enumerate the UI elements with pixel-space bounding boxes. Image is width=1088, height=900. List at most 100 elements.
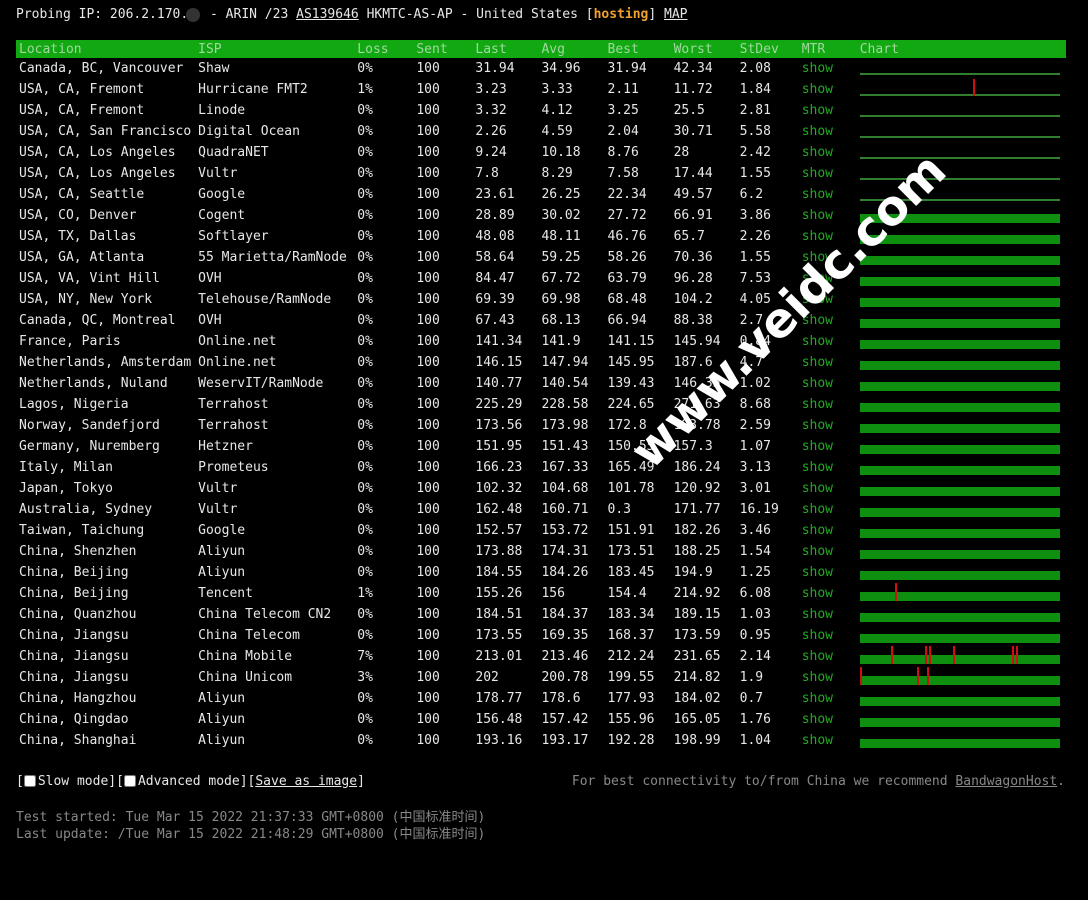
mtr-show-link[interactable]: show — [799, 583, 857, 604]
cell-chart — [857, 289, 1066, 310]
test-started-text: Test started: Tue Mar 15 2022 21:37:33 G… — [16, 810, 486, 825]
cell-last: 58.64 — [475, 250, 515, 265]
mtr-show-link[interactable]: show — [799, 709, 857, 730]
cell-isp: Aliyun — [198, 565, 246, 580]
cell-stdev: 1.03 — [739, 607, 771, 622]
cell-best: 46.76 — [607, 229, 647, 244]
cell-worst: 182.26 — [673, 523, 721, 538]
mtr-show-link[interactable]: show — [799, 373, 857, 394]
cell-loss: 0% — [357, 61, 373, 76]
mtr-show-link[interactable]: show — [799, 394, 857, 415]
cell-stdev: 2.42 — [739, 145, 771, 160]
cell-worst: 171.77 — [673, 502, 721, 517]
mtr-show-link[interactable]: show — [799, 604, 857, 625]
slow-mode-checkbox[interactable] — [23, 775, 36, 787]
cell-best: 168.37 — [607, 628, 655, 643]
cell-last: 155.26 — [475, 586, 523, 601]
cell-stdev: 2.08 — [739, 61, 771, 76]
mtr-show-link[interactable]: show — [799, 163, 857, 184]
latency-chart-bar — [859, 667, 1060, 685]
cell-chart — [857, 520, 1066, 541]
map-link[interactable]: MAP — [664, 7, 687, 22]
cell-avg: 157.42 — [541, 712, 589, 727]
cell-worst: 173.59 — [673, 628, 721, 643]
cell-avg: 228.58 — [541, 397, 589, 412]
cell-location: France, Paris — [19, 334, 121, 349]
column-header-location: Location — [16, 40, 196, 58]
cell-sent: 100 — [416, 733, 440, 748]
column-header-best: Best — [604, 40, 671, 58]
mtr-show-link[interactable]: show — [799, 142, 857, 163]
mtr-show-link[interactable]: show — [799, 58, 857, 79]
mtr-show-link[interactable]: show — [799, 541, 857, 562]
cell-avg: 59.25 — [541, 250, 581, 265]
cell-last: 225.29 — [475, 397, 523, 412]
bandwagonhost-link[interactable]: BandwagonHost — [955, 774, 1057, 789]
mtr-show-link[interactable]: show — [799, 667, 857, 688]
mtr-show-link[interactable]: show — [799, 625, 857, 646]
mtr-show-link[interactable]: show — [799, 478, 857, 499]
cell-sent: 100 — [416, 103, 440, 118]
cell-location: Australia, Sydney — [19, 502, 153, 517]
mtr-show-link[interactable]: show — [799, 457, 857, 478]
cell-sent: 100 — [416, 166, 440, 181]
cell-avg: 30.02 — [541, 208, 581, 223]
cell-loss: 0% — [357, 271, 373, 286]
mtr-show-link[interactable]: show — [799, 562, 857, 583]
column-header-chart: Chart — [856, 40, 1066, 58]
mtr-show-link[interactable]: show — [799, 730, 857, 751]
probe-ip-label: Probing IP: 206.2.170. — [16, 7, 189, 22]
table-row: Japan, Tokyo Vultr 0% 100 102.32 104.68 101.78… — [16, 478, 1066, 499]
asn-link[interactable]: AS139646 — [296, 7, 359, 22]
mtr-show-link[interactable]: show — [799, 415, 857, 436]
mtr-show-link[interactable]: show — [799, 352, 857, 373]
advanced-mode-checkbox[interactable] — [123, 775, 136, 787]
mtr-show-link[interactable]: show — [799, 331, 857, 352]
cell-stdev: 3.01 — [739, 481, 771, 496]
mtr-show-link[interactable]: show — [799, 499, 857, 520]
cell-last: 3.23 — [475, 82, 507, 97]
mtr-show-link[interactable]: show — [799, 436, 857, 457]
mtr-show-link[interactable]: show — [799, 184, 857, 205]
latency-chart-bar — [859, 646, 1060, 664]
mtr-show-link[interactable]: show — [799, 121, 857, 142]
latency-chart-bar — [859, 738, 1060, 748]
mtr-show-link[interactable]: show — [799, 79, 857, 100]
packet-loss-spike — [925, 646, 928, 664]
cell-last: 166.23 — [475, 460, 523, 475]
mtr-show-link[interactable]: show — [799, 100, 857, 121]
table-row: USA, CA, Fremont Hurricane FMT2 1% 100 3.23 3… — [16, 79, 1066, 100]
save-as-image-link[interactable]: Save as image — [255, 774, 357, 789]
cell-best: 199.55 — [607, 670, 655, 685]
cell-isp: OVH — [198, 271, 222, 286]
latency-chart-bar — [859, 528, 1060, 538]
cell-sent: 100 — [416, 61, 440, 76]
cell-chart — [857, 268, 1066, 289]
cell-sent: 100 — [416, 397, 440, 412]
cell-stdev: 8.68 — [739, 397, 771, 412]
cell-avg: 140.54 — [541, 376, 589, 391]
cell-location: China, Jiangsu — [19, 649, 129, 664]
slow-mode-label: Slow mode — [37, 774, 109, 789]
cell-loss: 0% — [357, 229, 373, 244]
cell-location: USA, CA, Seattle — [19, 187, 145, 202]
cell-last: 48.08 — [475, 229, 515, 244]
cell-loss: 0% — [357, 313, 373, 328]
cell-location: China, Beijing — [19, 586, 129, 601]
latency-chart-bar — [859, 486, 1060, 496]
cell-stdev: 1.07 — [739, 439, 771, 454]
cell-best: 58.26 — [607, 250, 647, 265]
cell-isp: OVH — [198, 313, 222, 328]
cell-best: 27.72 — [607, 208, 647, 223]
mtr-show-link[interactable]: show — [799, 688, 857, 709]
cell-sent: 100 — [416, 481, 440, 496]
cell-best: 22.34 — [607, 187, 647, 202]
mtr-show-link[interactable]: show — [799, 646, 857, 667]
cell-chart — [857, 394, 1066, 415]
packet-loss-spike — [929, 646, 932, 664]
latency-chart-bar — [859, 717, 1060, 727]
cell-sent: 100 — [416, 628, 440, 643]
mtr-show-link[interactable]: show — [799, 520, 857, 541]
cell-worst: 184.02 — [673, 691, 721, 706]
cell-location: Germany, Nuremberg — [19, 439, 160, 454]
